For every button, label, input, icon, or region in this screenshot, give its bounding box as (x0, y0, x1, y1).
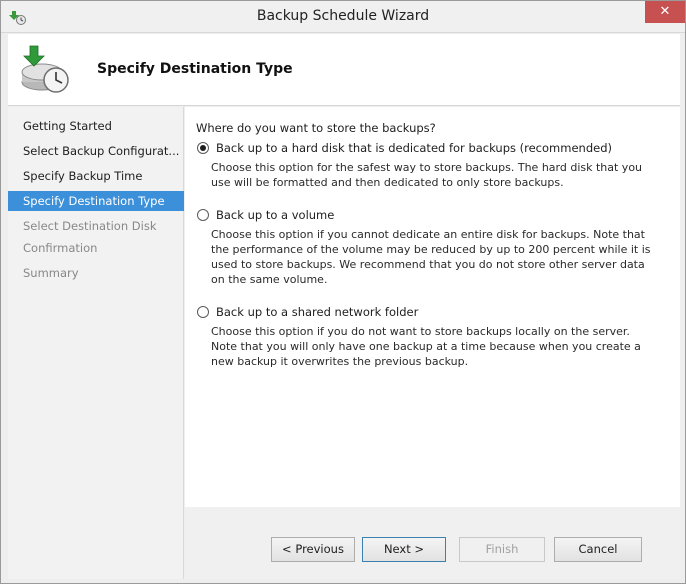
page-title: Specify Destination Type (97, 61, 293, 77)
close-icon: ✕ (659, 4, 671, 19)
nav-step-specify-destination-type[interactable]: Specify Destination Type (8, 191, 184, 211)
finish-button: Finish (459, 537, 545, 562)
page-header: Specify Destination Type (8, 34, 680, 106)
previous-button[interactable]: < Previous (271, 537, 355, 562)
option-label[interactable]: Back up to a volume (216, 208, 334, 222)
nav-step-summary: Summary (23, 266, 79, 280)
wizard-window: Backup Schedule Wizard ✕ Specify Destina… (0, 0, 686, 584)
next-button[interactable]: Next > (362, 537, 446, 562)
radio-dedicated-disk[interactable] (197, 142, 209, 154)
nav-step-select-destination-disk: Select Destination Disk (23, 219, 157, 233)
radio-volume[interactable] (197, 209, 209, 221)
wizard-steps-nav: Getting Started Select Backup Configurat… (8, 107, 184, 579)
option-description: Choose this option for the safest way to… (211, 161, 643, 189)
backup-clock-icon (18, 42, 74, 98)
option-description: Choose this option if you cannot dedicat… (211, 228, 651, 286)
radio-network-folder[interactable] (197, 306, 209, 318)
window-title: Backup Schedule Wizard (256, 8, 430, 24)
title-bar[interactable]: Backup Schedule Wizard ✕ (1, 1, 685, 33)
content-panel: Where do you want to store the backups? … (185, 107, 680, 507)
cancel-button[interactable]: Cancel (554, 537, 642, 562)
nav-step-confirmation: Confirmation (23, 241, 98, 255)
destination-question: Where do you want to store the backups? (196, 121, 436, 135)
nav-step-specify-backup-time[interactable]: Specify Backup Time (8, 166, 184, 186)
nav-step-select-backup-configuration[interactable]: Select Backup Configurat... (8, 141, 184, 161)
radio-selected-dot (200, 145, 206, 151)
option-label[interactable]: Back up to a hard disk that is dedicated… (216, 141, 612, 155)
option-label[interactable]: Back up to a shared network folder (216, 305, 418, 319)
option-description: Choose this option if you do not want to… (211, 325, 641, 368)
nav-step-getting-started[interactable]: Getting Started (8, 116, 184, 136)
close-button[interactable]: ✕ (645, 1, 685, 23)
